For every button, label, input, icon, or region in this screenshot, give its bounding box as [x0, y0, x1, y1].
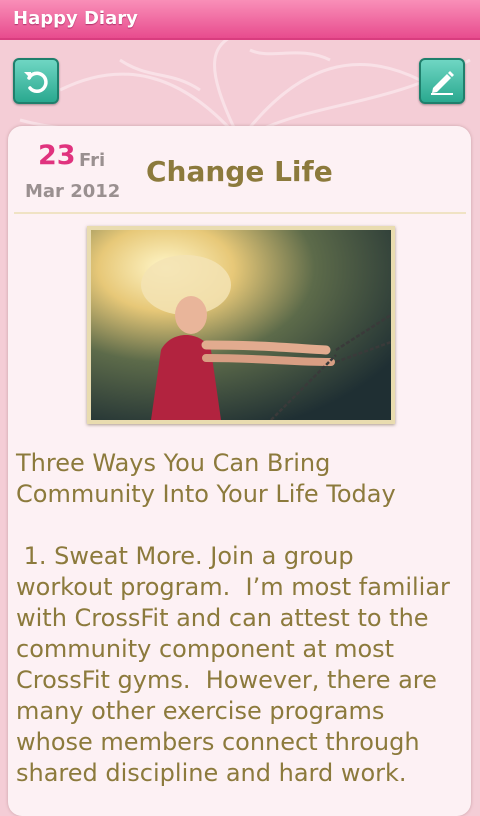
app-title-bar: Happy Diary: [0, 0, 480, 40]
app-title: Happy Diary: [13, 8, 138, 29]
refresh-back-icon: [24, 71, 48, 93]
entry-photo-frame[interactable]: [87, 226, 395, 424]
entry-body-text: Three Ways You Can Bring Community Into …: [16, 449, 450, 787]
entry-month-year: Mar 2012: [25, 181, 121, 202]
entry-day: 23: [38, 140, 76, 171]
entry-weekday: Fri: [79, 150, 106, 171]
entry-photo: [91, 230, 391, 420]
edit-button[interactable]: [419, 58, 465, 104]
entry-title: Change Life: [146, 155, 333, 188]
header-divider: [14, 212, 466, 214]
back-button[interactable]: [13, 58, 59, 104]
pencil-edit-icon: [431, 71, 454, 95]
